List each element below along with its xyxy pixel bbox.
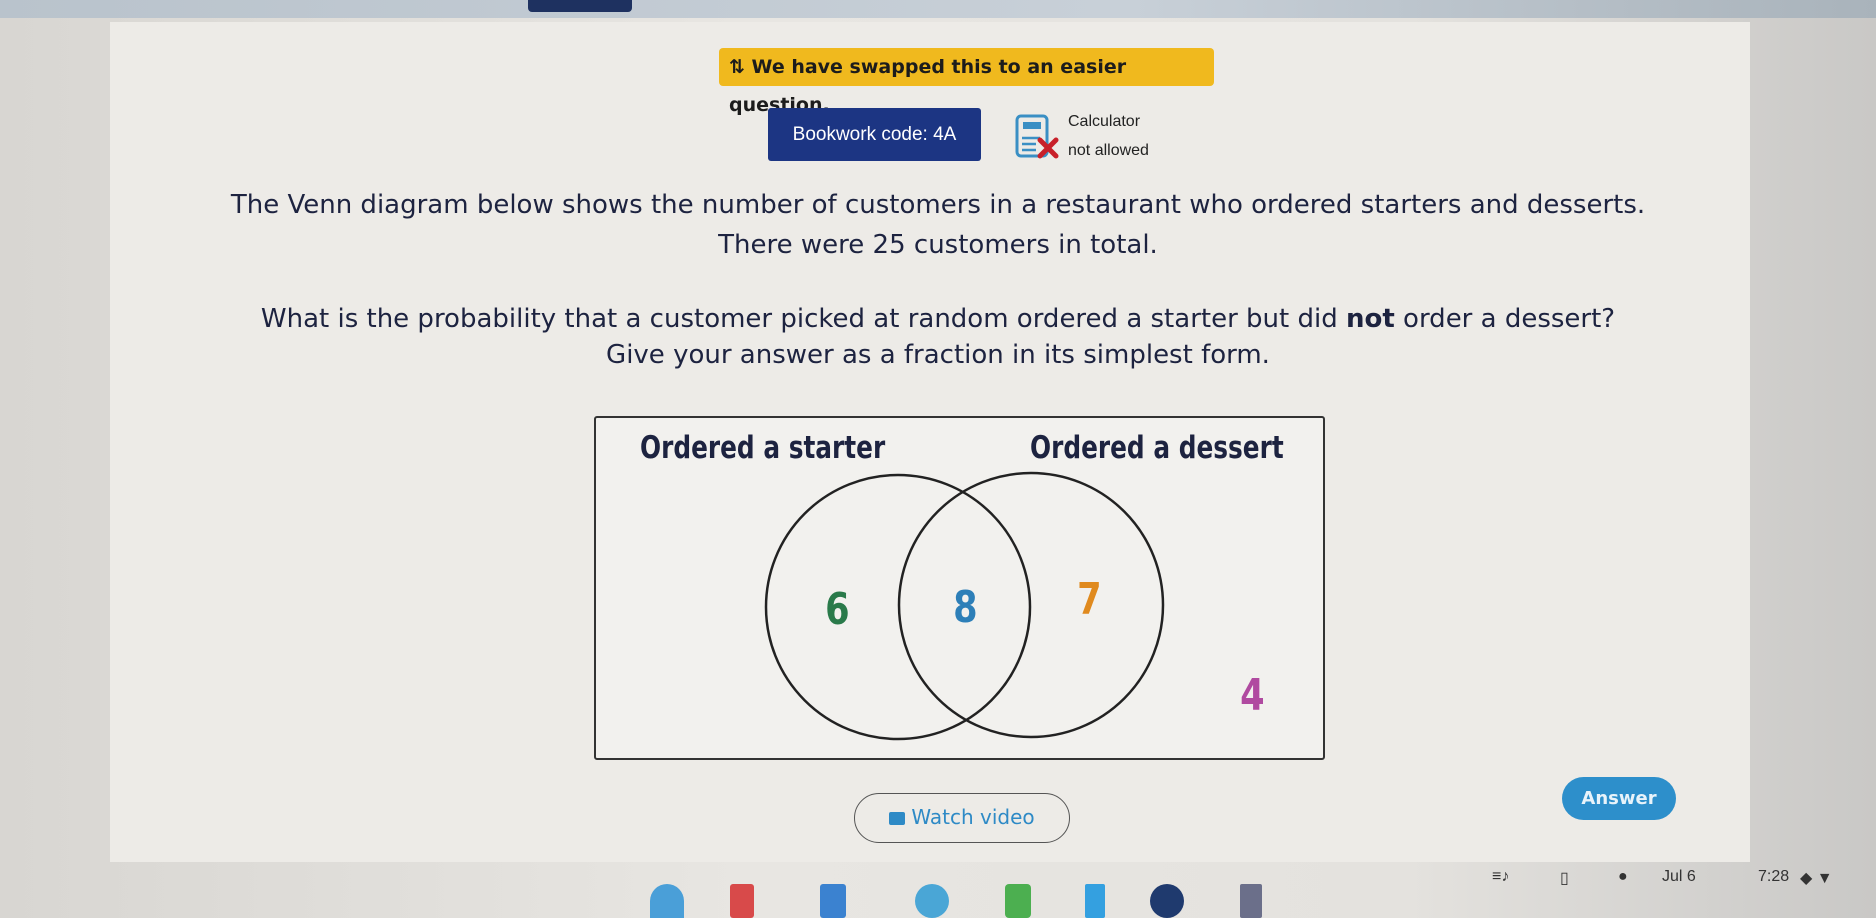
region-dessert-only: 7	[1077, 574, 1102, 625]
question-text-end: order a dessert?	[1394, 304, 1616, 334]
question-line-2: There were 25 customers in total.	[718, 230, 1158, 260]
browser-top-strip	[0, 0, 1876, 18]
watch-video-button[interactable]: Watch video	[854, 793, 1070, 843]
wifi-icon[interactable]: ◆ ▼	[1800, 868, 1833, 888]
media-controls-icon[interactable]: ≡♪	[1492, 868, 1509, 886]
question-line-4: Give your answer as a fraction in its si…	[606, 340, 1270, 370]
browser-tab-active[interactable]	[528, 0, 632, 12]
easier-question-banner: ⇅ We have swapped this to an easier ques…	[719, 48, 1214, 116]
calculator-crossed-icon	[1015, 114, 1059, 159]
play-store-icon[interactable]	[1085, 884, 1105, 918]
swap-arrows-icon: ⇅	[729, 56, 745, 78]
status-date[interactable]: Jul 6	[1662, 868, 1696, 886]
question-line-3: What is the probability that a customer …	[0, 304, 1876, 334]
region-both: 8	[953, 582, 978, 633]
question-text: What is the probability that a customer …	[260, 304, 1346, 334]
meet-app-icon[interactable]	[1005, 884, 1031, 918]
status-time[interactable]: 7:28	[1758, 868, 1789, 886]
gmail-app-icon[interactable]	[730, 884, 754, 918]
question-emphasis: not	[1345, 304, 1395, 334]
app-icon[interactable]	[1240, 884, 1262, 918]
watch-video-label: Watch video	[911, 805, 1035, 829]
roblox-app-icon[interactable]	[1150, 884, 1184, 918]
calculator-status: not allowed	[1068, 142, 1149, 159]
phone-hub-icon[interactable]: ▯	[1560, 868, 1569, 888]
question-line-1: The Venn diagram below shows the number …	[230, 190, 1646, 220]
answer-button[interactable]: Answer	[1562, 777, 1676, 820]
files-app-icon[interactable]	[915, 884, 949, 918]
region-starter-only: 6	[825, 584, 850, 635]
calculator-label: Calculator	[1068, 113, 1141, 130]
video-camera-icon	[889, 812, 906, 825]
region-neither: 4	[1240, 670, 1265, 721]
bookwork-code-badge: Bookwork code: 4A	[768, 108, 981, 161]
calendar-app-icon[interactable]	[820, 884, 846, 918]
chrome-app-icon[interactable]	[650, 884, 684, 918]
update-icon[interactable]: ●	[1618, 868, 1628, 886]
